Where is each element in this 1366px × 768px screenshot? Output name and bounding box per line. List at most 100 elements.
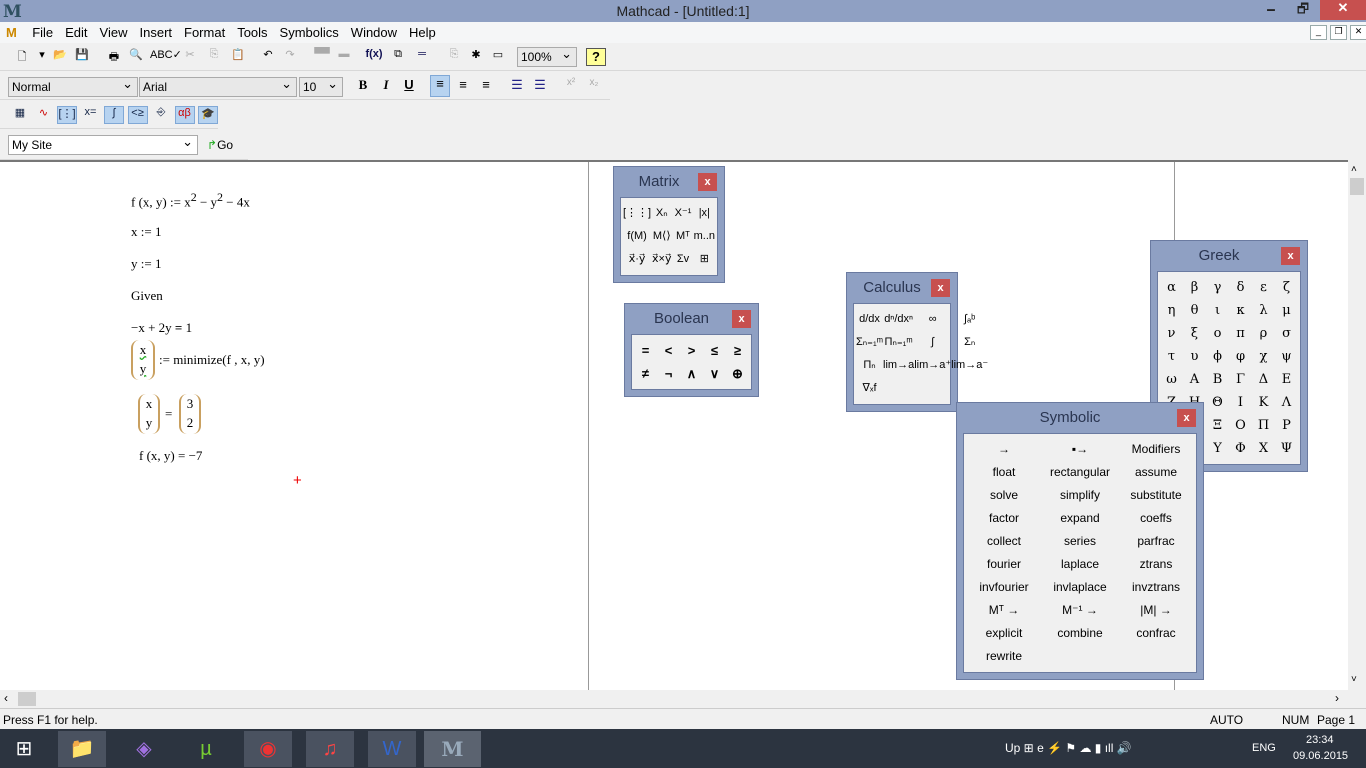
matrix-palette-button[interactable]: Σv [672, 248, 693, 271]
calculus-palette-button[interactable]: dⁿ/dxⁿ [883, 308, 914, 331]
matrix-palette-button[interactable]: m..n [694, 225, 715, 248]
menu-help[interactable]: Help [403, 22, 442, 43]
symbolic-palette-button[interactable]: solve [966, 484, 1042, 507]
boolean-palette-button[interactable]: ⊕ [726, 362, 749, 385]
greek-palette-button[interactable]: ϕ [1206, 345, 1229, 368]
style-select[interactable]: Normal [8, 76, 138, 97]
y-definition[interactable]: y := 1 [131, 256, 161, 272]
matrix-palette-button[interactable]: [⋮⋮] [623, 202, 651, 225]
greek-palette-button[interactable]: ι [1206, 299, 1229, 322]
symbolic-palette-button[interactable]: invlaplace [1042, 576, 1118, 599]
greek-palette-button[interactable]: κ [1229, 299, 1252, 322]
calculus-palette-button[interactable]: ∞ [914, 308, 951, 331]
component-icon[interactable]: ⎘ [444, 48, 464, 66]
chrome-icon[interactable]: ◉ [244, 731, 292, 767]
evaluation-toolbar-icon[interactable]: x= [81, 106, 101, 124]
bold-button[interactable]: B [353, 77, 373, 95]
align-right-button[interactable]: ≡ [476, 77, 496, 95]
calculus-palette-button[interactable]: Πₙ [856, 354, 883, 377]
region-icon[interactable]: ▭ [488, 48, 508, 66]
itunes-icon[interactable]: ♫ [306, 731, 354, 767]
greek-palette-button[interactable]: Γ [1229, 368, 1252, 391]
cut-icon[interactable]: ✂ [180, 48, 200, 66]
given-keyword[interactable]: Given [131, 288, 163, 304]
matrix-palette-button[interactable]: x⃗×y⃗ [651, 248, 672, 271]
calculus-palette-button[interactable]: Σₙ [951, 331, 988, 354]
matrix-palette-button[interactable]: |x| [694, 202, 715, 225]
greek-palette-button[interactable]: φ [1229, 345, 1252, 368]
numbering-button[interactable]: ☰ [530, 77, 550, 95]
utorrent-icon[interactable]: µ [182, 731, 230, 767]
document-icon[interactable]: M [0, 22, 23, 43]
greek-palette-button[interactable]: Χ [1252, 437, 1275, 460]
calculus-palette-button[interactable]: lim→a⁺ [914, 354, 951, 377]
palette-close-button[interactable]: x [698, 173, 717, 191]
greek-palette-button[interactable]: τ [1160, 345, 1183, 368]
word-icon[interactable]: W [368, 731, 416, 767]
matrix-palette-button[interactable]: M⟨⟩ [651, 225, 672, 248]
go-button[interactable]: ↱Go [207, 138, 233, 152]
undo-icon[interactable]: ↶ [258, 48, 278, 66]
palette-close-button[interactable]: x [1177, 409, 1196, 427]
symbolic-palette-button[interactable]: invfourier [966, 576, 1042, 599]
underline-button[interactable]: U [399, 77, 419, 95]
matrix-palette-button[interactable]: Mᵀ [672, 225, 693, 248]
greek-palette-button[interactable]: Ψ [1275, 437, 1298, 460]
system-tray[interactable]: Up ⊞ e ⚡ ⚑ ☁ ▮ ıll 🔊 [1005, 741, 1132, 755]
italic-button[interactable]: I [376, 77, 396, 95]
superscript-button[interactable]: x² [561, 77, 581, 95]
greek-palette-button[interactable]: Κ [1252, 391, 1275, 414]
font-size-select[interactable]: 10 [299, 76, 343, 97]
calculus-palette-button[interactable]: lim→a⁻ [951, 354, 988, 377]
matrix-palette-button[interactable]: ⊞ [694, 248, 715, 271]
align-across-icon[interactable]: ▀▀ [312, 48, 332, 66]
print-icon[interactable]: 🖶 [104, 48, 124, 66]
symbolic-palette-button[interactable]: series [1042, 530, 1118, 553]
greek-palette-button[interactable]: Ξ [1206, 414, 1229, 437]
palette-close-button[interactable]: x [1281, 247, 1300, 265]
greek-palette-button[interactable]: ε [1252, 276, 1275, 299]
greek-palette-button[interactable]: ρ [1252, 322, 1275, 345]
greek-palette-button[interactable]: ξ [1183, 322, 1206, 345]
greek-palette-button[interactable]: ο [1206, 322, 1229, 345]
matrix-palette-button[interactable]: x⃗·y⃗ [623, 248, 651, 271]
calculate-icon[interactable]: ═ [412, 48, 432, 66]
boolean-palette-button[interactable]: < [657, 339, 680, 362]
scroll-thumb[interactable] [1350, 178, 1364, 195]
site-select[interactable]: My Site [8, 134, 198, 155]
calculator-toolbar-icon[interactable]: ▦ [10, 106, 30, 124]
symbolic-palette-button[interactable]: float [966, 461, 1042, 484]
new-icon[interactable]: 🗋 [12, 48, 32, 66]
doc-minimize-button[interactable]: _ [1310, 25, 1327, 40]
greek-palette-button[interactable]: Θ [1206, 391, 1229, 414]
align-left-button[interactable]: ≡ [430, 75, 450, 97]
subscript-button[interactable]: x₂ [584, 77, 604, 95]
clock-time[interactable]: 23:34 [1306, 734, 1334, 746]
symbolic-palette-button[interactable]: rectangular [1042, 461, 1118, 484]
greek-palette-button[interactable]: Υ [1206, 437, 1229, 460]
symbolic-palette-button[interactable]: fourier [966, 553, 1042, 576]
bullets-button[interactable]: ☰ [507, 77, 527, 95]
symbolic-palette-button[interactable]: ▪→ [1042, 438, 1118, 461]
save-icon[interactable]: 💾 [72, 48, 92, 66]
greek-palette-button[interactable]: β [1183, 276, 1206, 299]
close-button[interactable]: ✕ [1320, 0, 1366, 20]
constraint[interactable]: −x + 2y = 1 [131, 320, 192, 336]
zoom-select[interactable]: 100% [517, 46, 577, 67]
greek-palette-button[interactable]: γ [1206, 276, 1229, 299]
symbolic-palette-button[interactable]: confrac [1118, 622, 1194, 645]
greek-palette-button[interactable]: Λ [1275, 391, 1298, 414]
graph-toolbar-icon[interactable]: ∿ [34, 106, 54, 124]
symbolic-palette-button[interactable]: M⁻¹ → [1042, 599, 1118, 622]
symbolic-palette-button[interactable]: explicit [966, 622, 1042, 645]
doc-restore-button[interactable]: ❐ [1330, 25, 1347, 40]
solution-result[interactable]: xy = 32 [138, 394, 218, 434]
greek-palette-button[interactable]: η [1160, 299, 1183, 322]
horizontal-scrollbar[interactable]: ‹ › [0, 690, 1348, 708]
matrix-palette-button[interactable]: Xₙ [651, 202, 672, 225]
greek-toolbar-icon[interactable]: αβ [174, 106, 195, 124]
function-definition[interactable]: f (x, y) := x2 − y2 − 4x [131, 190, 250, 210]
greek-palette-button[interactable]: Ι [1229, 391, 1252, 414]
align-center-button[interactable]: ≡ [453, 77, 473, 95]
boolean-palette-button[interactable]: = [634, 339, 657, 362]
